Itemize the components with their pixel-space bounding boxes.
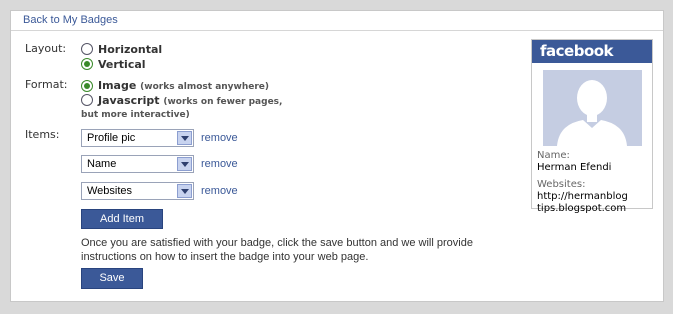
badge-editor-panel: Back to My Badges Layout: Horizontal Ver… [10,10,664,302]
remove-item-link[interactable]: remove [201,185,238,197]
back-to-badges-link[interactable]: Back to My Badges [23,14,118,26]
layout-horizontal-label[interactable]: Horizontal [98,43,162,56]
layout-vertical-radio[interactable] [81,58,93,70]
badge-name-label: Name: [537,150,570,161]
format-image-radio[interactable] [81,80,93,92]
badge-preview: facebook Name: Herman Efendi Websites: h… [531,39,653,214]
format-image-hint: (works almost anywhere) [140,82,270,92]
save-button[interactable]: Save [81,268,143,289]
person-silhouette-icon [543,70,642,146]
badge-websites-label: Websites: [537,179,586,190]
facebook-logo: facebook [540,42,614,60]
layout-label: Layout: [25,42,67,55]
remove-item-link[interactable]: remove [201,158,238,170]
format-javascript-label: Javascript [98,94,160,107]
item-select-name[interactable]: Name [81,155,194,173]
badge-name-value: Herman Efendi [537,162,612,173]
item-select-value: Profile pic [87,132,136,144]
chevron-down-icon[interactable] [177,131,192,145]
badge-header: facebook [532,40,652,63]
items-label: Items: [25,128,60,141]
back-bar: Back to My Badges [11,11,663,31]
format-image-option[interactable]: Image (works almost anywhere) [98,79,269,92]
item-select-profile-pic[interactable]: Profile pic [81,129,194,147]
format-javascript-option[interactable]: Javascript (works on fewer pages, [98,94,282,107]
item-select-value: Websites [87,185,133,197]
format-label: Format: [25,78,68,91]
format-javascript-hint: (works on fewer pages, [163,97,283,107]
chevron-down-icon[interactable] [177,157,192,171]
format-javascript-radio[interactable] [81,94,93,106]
layout-horizontal-radio[interactable] [81,43,93,55]
save-instructions-text: Once you are satisfied with your badge, … [81,237,473,263]
remove-item-link[interactable]: remove [201,132,238,144]
format-image-label: Image [98,79,137,92]
chevron-down-icon[interactable] [177,184,192,198]
format-javascript-hint-2: but more interactive) [81,110,190,120]
layout-vertical-label[interactable]: Vertical [98,58,146,71]
item-select-websites[interactable]: Websites [81,182,194,200]
badge-website-line-1: http://hermanblog [537,191,628,202]
badge-website-line-2: tips.blogspot.com [537,203,627,214]
page-background: Back to My Badges Layout: Horizontal Ver… [0,0,673,314]
avatar [543,70,642,146]
add-item-button[interactable]: Add Item [81,209,163,229]
item-select-value: Name [87,158,117,170]
